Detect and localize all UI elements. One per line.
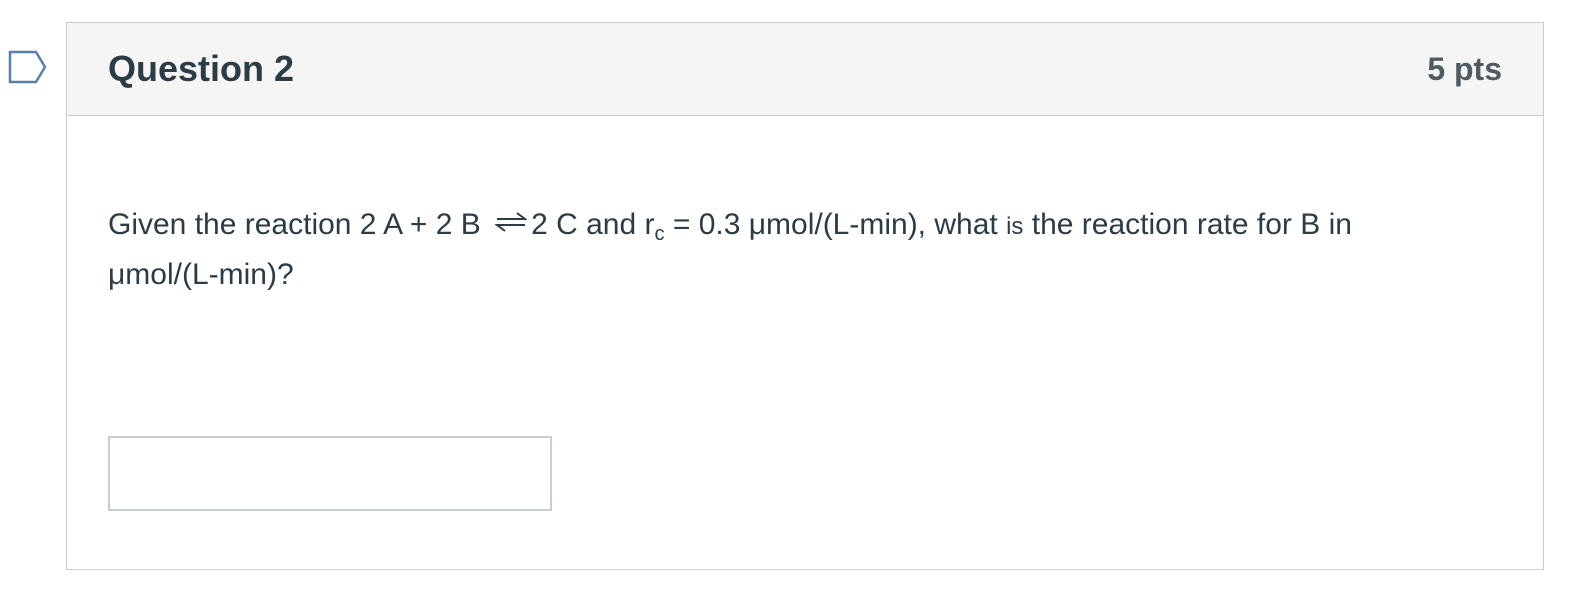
question-text-part: Given the reaction 2 A + 2 B bbox=[108, 208, 481, 241]
question-text-part: the reaction rate for B in bbox=[1023, 208, 1352, 241]
question-text-part: is bbox=[1006, 213, 1024, 240]
flag-question-icon[interactable] bbox=[8, 50, 48, 84]
question-title: Question 2 bbox=[108, 48, 295, 89]
question-text-part: 2 C and r bbox=[531, 208, 655, 241]
question-text: Given the reaction 2 A + 2 B 2 C and rc … bbox=[108, 201, 1468, 299]
answer-input[interactable] bbox=[108, 436, 552, 511]
question-points: 5 pts bbox=[1427, 51, 1502, 87]
rate-subscript: c bbox=[654, 223, 665, 245]
question-card: Question 2 5 pts Given the reaction 2 A … bbox=[66, 22, 1544, 570]
question-header: Question 2 5 pts bbox=[67, 23, 1543, 116]
question-text-line2: μmol/(L-min)? bbox=[108, 258, 294, 291]
question-text-part: = 0.3 μmol/(L-min), what bbox=[664, 208, 1007, 241]
equilibrium-arrows-icon bbox=[495, 212, 528, 232]
